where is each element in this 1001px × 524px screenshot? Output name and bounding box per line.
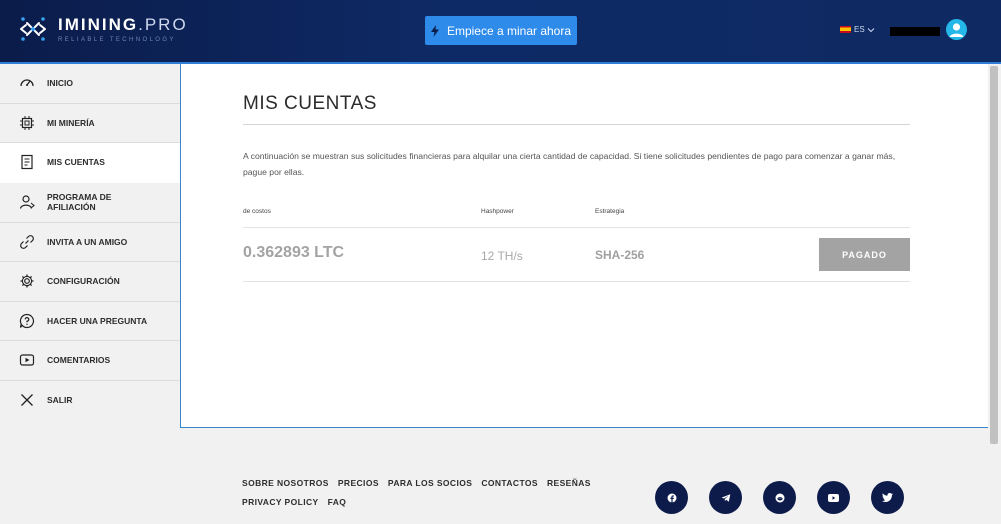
sidebar-item-label: MI MINERÍA xyxy=(47,117,95,128)
logo-subtitle: RELIABLE TECHNOLOGY xyxy=(58,37,176,43)
question-icon xyxy=(19,313,35,329)
telegram-icon[interactable] xyxy=(709,481,742,514)
logo-title: IMINING.PRO xyxy=(58,15,188,34)
speedometer-icon xyxy=(19,75,35,91)
facebook-icon[interactable] xyxy=(655,481,688,514)
sidebar-item-label: PROGRAMA DE AFILIACIÓN xyxy=(47,192,112,212)
sidebar-item-hacer-pregunta[interactable]: HACER UNA PREGUNTA xyxy=(0,302,180,341)
footer-link-sobre-nosotros[interactable]: SOBRE NOSOTROS xyxy=(242,478,329,488)
footer-link-privacy-policy[interactable]: PRIVACY POLICY xyxy=(242,497,319,507)
sidebar-item-comentarios[interactable]: COMENTARIOS xyxy=(0,341,180,381)
page-title: MIS CUENTAS xyxy=(243,93,377,114)
footer-link-resenas[interactable]: RESEÑAS xyxy=(547,478,591,488)
sidebar-item-invita-amigo[interactable]: INVITA A UN AMIGO xyxy=(0,223,180,262)
page-description: A continuación se muestran sus solicitud… xyxy=(243,151,896,177)
user-avatar-icon[interactable] xyxy=(946,19,967,40)
chip-icon xyxy=(19,115,35,131)
logo[interactable]: IMINING.PRO RELIABLE TECHNOLOGY xyxy=(18,14,188,44)
language-selector[interactable]: ES xyxy=(840,25,875,34)
sidebar-item-inicio[interactable]: INICIO xyxy=(0,64,180,104)
table-divider xyxy=(243,227,910,228)
logo-mark-icon xyxy=(18,14,48,44)
footer-link-contactos[interactable]: CONTACTOS xyxy=(481,478,538,488)
footer-link-para-socios[interactable]: PARA LOS SOCIOS xyxy=(388,478,472,488)
main-content: MIS CUENTAS A continuación se muestran s… xyxy=(180,64,988,428)
link-icon xyxy=(19,234,35,250)
sidebar-item-mi-mineria[interactable]: MI MINERÍA xyxy=(0,104,180,143)
footer-link-faq[interactable]: FAQ xyxy=(328,497,347,507)
reddit-icon[interactable] xyxy=(763,481,796,514)
sidebar-item-configuracion[interactable]: CONFIGURACIÓN xyxy=(0,262,180,302)
spain-flag-icon xyxy=(840,26,851,33)
close-icon xyxy=(19,392,35,408)
column-header-strategy: Estrategia xyxy=(595,208,625,215)
twitter-icon[interactable] xyxy=(871,481,904,514)
start-mining-label: Empiece a minar ahora xyxy=(446,23,572,38)
sidebar-item-programa-afiliacion[interactable]: PROGRAMA DE AFILIACIÓN xyxy=(0,183,180,223)
sidebar-item-label: SALIR xyxy=(47,395,73,406)
footer-links: SOBRE NOSOTROS PRECIOS PARA LOS SOCIOS C… xyxy=(242,478,602,516)
user-share-icon xyxy=(19,194,35,210)
sidebar-item-label: CONFIGURACIÓN xyxy=(47,276,120,287)
column-header-cost: de costos xyxy=(243,208,271,215)
row-strategy: SHA-256 xyxy=(595,248,645,262)
username-redacted xyxy=(890,27,940,36)
lightning-icon xyxy=(430,24,439,37)
status-paid-button[interactable]: PAGADO xyxy=(819,238,910,271)
sidebar-item-label: COMENTARIOS xyxy=(47,355,111,366)
chevron-down-icon xyxy=(867,27,875,32)
sidebar-item-salir[interactable]: SALIR xyxy=(0,381,180,421)
social-links xyxy=(655,481,925,514)
scrollbar-thumb[interactable] xyxy=(990,66,998,444)
sidebar: INICIO MI MINERÍA MIS CUENTAS PROGRAMA D… xyxy=(0,64,180,428)
column-header-hashpower: Hashpower xyxy=(481,208,514,215)
footer-link-precios[interactable]: PRECIOS xyxy=(338,478,379,488)
row-hashpower: 12 TH/s xyxy=(481,249,523,263)
sidebar-item-label: HACER UNA PREGUNTA xyxy=(47,315,148,326)
start-mining-button[interactable]: Empiece a minar ahora xyxy=(425,16,577,45)
table-divider xyxy=(243,281,910,282)
sidebar-item-label: MIS CUENTAS xyxy=(47,157,105,168)
top-header: IMINING.PRO RELIABLE TECHNOLOGY Empiece … xyxy=(0,0,1001,64)
sidebar-item-label: INICIO xyxy=(47,78,73,89)
invoice-icon xyxy=(19,154,35,170)
language-code: ES xyxy=(854,25,865,34)
row-cost: 0.362893 LTC xyxy=(243,244,345,261)
sidebar-item-mis-cuentas[interactable]: MIS CUENTAS xyxy=(0,143,180,183)
gear-icon xyxy=(19,273,35,289)
sidebar-item-label: INVITA A UN AMIGO xyxy=(47,236,128,247)
play-icon xyxy=(19,352,35,368)
title-divider xyxy=(243,124,910,125)
youtube-icon[interactable] xyxy=(817,481,850,514)
